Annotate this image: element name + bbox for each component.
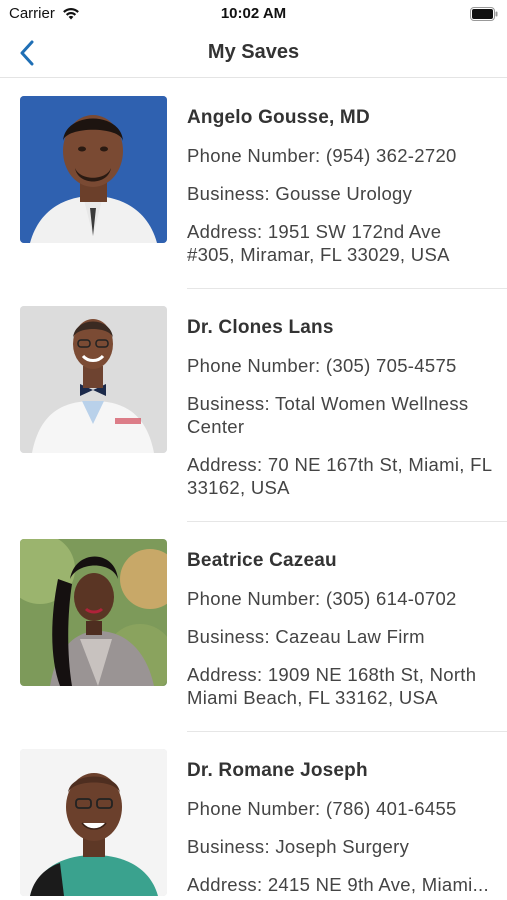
contact-phone[interactable]: Phone Number: (954) 362-2720 [187, 144, 493, 167]
list-item[interactable]: Beatrice Cazeau Phone Number: (305) 614-… [0, 522, 507, 732]
contact-phone[interactable]: Phone Number: (305) 614-0702 [187, 587, 493, 610]
battery-icon [470, 7, 498, 21]
contact-business: Business: Cazeau Law Firm [187, 626, 425, 647]
list-item[interactable]: Dr. Clones Lans Phone Number: (305) 705-… [0, 289, 507, 522]
clock: 10:02 AM [220, 5, 287, 22]
contact-address[interactable]: Address: 2415 NE 9th Ave, Miami... [187, 873, 493, 896]
contact-address[interactable]: Address: 1951 SW 172nd Ave #305, Miramar… [187, 220, 493, 266]
list-item[interactable]: Dr. Romane Joseph Phone Number: (786) 40… [0, 732, 507, 900]
contact-business: Business: Joseph Surgery [187, 836, 410, 857]
navigation-bar: My Saves [0, 28, 507, 78]
contact-photo [20, 306, 167, 453]
contact-name: Dr. Romane Joseph [187, 760, 368, 781]
page-title: My Saves [207, 41, 300, 63]
contact-address[interactable]: Address: 1909 NE 168th St, North Miami B… [187, 663, 493, 709]
contact-business: Business: Total Women Wellness Center [187, 393, 469, 437]
contact-business: Business: Gousse Urology [187, 183, 413, 204]
contact-name: Angelo Gousse, MD [187, 107, 370, 128]
contact-photo [20, 96, 167, 243]
saved-contacts-list[interactable]: Angelo Gousse, MD Phone Number: (954) 36… [0, 79, 507, 900]
contact-phone[interactable]: Phone Number: (305) 705-4575 [187, 354, 493, 377]
contact-phone[interactable]: Phone Number: (786) 401-6455 [187, 797, 493, 820]
list-item[interactable]: Angelo Gousse, MD Phone Number: (954) 36… [0, 79, 507, 289]
contact-photo [20, 539, 167, 686]
contact-name: Dr. Clones Lans [187, 317, 334, 338]
contact-photo [20, 749, 167, 896]
contact-address[interactable]: Address: 70 NE 167th St, Miami, FL 33162… [187, 453, 493, 499]
contact-name: Beatrice Cazeau [187, 550, 337, 571]
status-bar: Carrier 10:02 AM [0, 0, 507, 28]
